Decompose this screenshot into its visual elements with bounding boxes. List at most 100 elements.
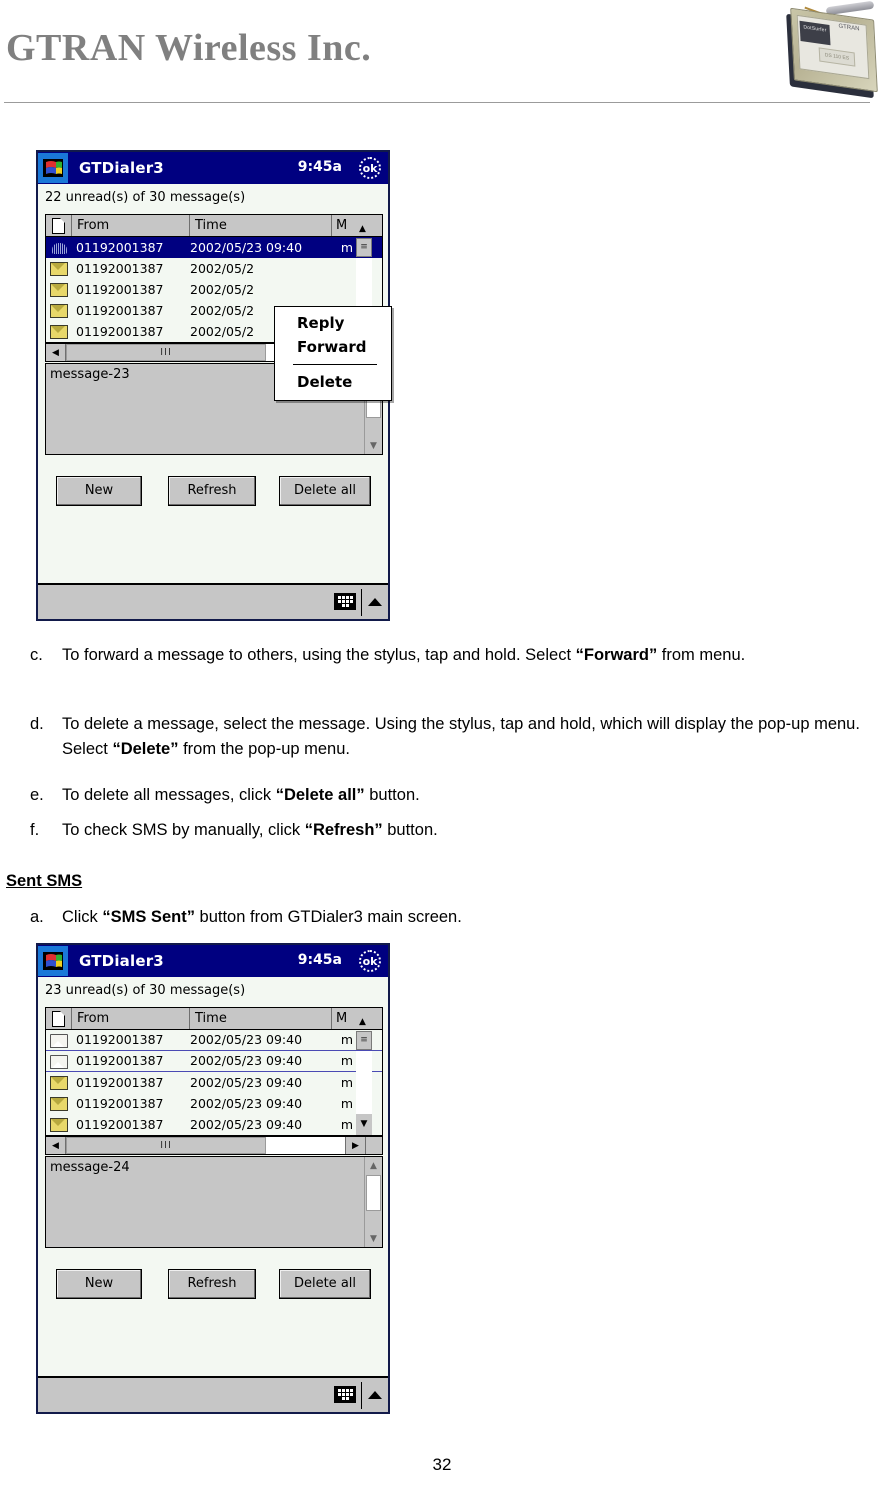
scrollbar-up-button[interactable]: ▲	[356, 1008, 372, 1029]
hscroll-thumb[interactable]: III	[66, 1137, 266, 1154]
column-header-m[interactable]: M	[332, 215, 356, 236]
refresh-button[interactable]: Refresh	[168, 476, 256, 506]
closed-envelope-icon	[46, 1115, 72, 1135]
new-button[interactable]: New	[56, 476, 142, 506]
text-part-bold: “Delete all”	[275, 786, 365, 804]
menu-item-delete[interactable]: Delete	[275, 370, 391, 394]
scroll-thumb[interactable]	[366, 1175, 381, 1211]
unread-status-text: 22 unread(s) of 30 message(s)	[45, 190, 246, 205]
row-from: 01192001387	[76, 1074, 164, 1090]
scrollbar-track[interactable]	[356, 258, 372, 279]
text-part-bold: “Forward”	[575, 646, 658, 664]
text-part-bold: “Refresh”	[304, 821, 383, 839]
scroll-down-icon[interactable]: ▼	[365, 437, 382, 454]
row-from: 01192001387	[76, 1095, 164, 1111]
selected-envelope-icon	[46, 238, 72, 258]
hscroll-thumb[interactable]: III	[66, 344, 266, 361]
scroll-left-icon[interactable]: ◀	[46, 1137, 66, 1154]
document-icon	[52, 1010, 65, 1027]
grid-header-row: From Time M ▲	[46, 1008, 382, 1030]
row-time: 2002/05/23 09:40	[190, 1074, 303, 1090]
scrollbar-thumb[interactable]: ≡	[356, 238, 372, 257]
message-body-text: message-23	[50, 367, 130, 382]
section-heading-sent-sms: Sent SMS	[6, 872, 83, 890]
scroll-up-icon[interactable]: ▲	[365, 1157, 382, 1174]
table-row[interactable]: 01192001387 2002/05/23 09:40 m	[46, 1072, 382, 1093]
row-from: 01192001387	[76, 302, 164, 318]
list-item: f. To check SMS by manually, click “Refr…	[0, 818, 862, 843]
table-row[interactable]: 01192001387 2002/05/23 09:40 m ▼	[46, 1114, 382, 1135]
message-pane-scrollbar[interactable]: ▲ ▼	[364, 1157, 382, 1247]
scrollbar-track[interactable]	[356, 279, 372, 300]
ok-button[interactable]: ok	[359, 950, 381, 972]
table-row[interactable]: 01192001387 2002/05/23 09:40 m ≡	[46, 1030, 382, 1051]
text-part: from menu.	[657, 646, 746, 664]
message-body-pane[interactable]: message-24 ▲ ▼	[45, 1156, 383, 1248]
scrollbar-down-button[interactable]: ▼	[356, 1114, 372, 1135]
row-time: 2002/05/23 09:40	[190, 1032, 303, 1047]
column-header-icon[interactable]	[46, 1008, 72, 1029]
delete-all-button[interactable]: Delete all	[279, 476, 371, 506]
document-icon	[52, 217, 65, 234]
row-from: 01192001387	[76, 1053, 164, 1068]
column-header-icon[interactable]	[46, 215, 72, 236]
table-row[interactable]: 01192001387 2002/05/23 09:40 m	[46, 1050, 382, 1072]
list-text: Click “SMS Sent” button from GTDialer3 m…	[62, 905, 862, 930]
row-m: m	[340, 1053, 353, 1068]
pcmcia-card-photo: DotSurfer GTRAN DS 110 ES	[786, 0, 882, 99]
column-header-from[interactable]: From	[72, 1008, 190, 1029]
sip-chevron-up-icon[interactable]	[368, 598, 382, 606]
column-header-m[interactable]: M	[332, 1008, 356, 1029]
new-button[interactable]: New	[56, 1269, 142, 1299]
hscroll-track[interactable]	[266, 1137, 345, 1154]
table-row[interactable]: 01192001387 2002/05/2	[46, 279, 382, 300]
closed-envelope-icon	[46, 280, 72, 300]
brand-title: GTRAN Wireless Inc.	[6, 27, 372, 69]
scroll-down-icon[interactable]: ▼	[365, 1230, 382, 1247]
menu-item-reply[interactable]: Reply	[275, 311, 391, 335]
row-from: 01192001387	[76, 1116, 164, 1132]
hscroll-corner	[365, 1137, 382, 1154]
table-row[interactable]: 01192001387 2002/05/2	[46, 258, 382, 279]
menu-item-forward[interactable]: Forward	[275, 335, 391, 359]
scrollbar-track[interactable]	[356, 1050, 372, 1072]
scrollbar-track[interactable]	[356, 1072, 372, 1093]
open-envelope-icon	[46, 1030, 72, 1050]
row-m: m	[340, 1116, 353, 1132]
text-part: To delete all messages, click	[62, 786, 276, 804]
delete-all-button[interactable]: Delete all	[279, 1269, 371, 1299]
keyboard-icon[interactable]	[334, 1386, 356, 1403]
row-time: 2002/05/23 09:40	[190, 1053, 303, 1068]
column-header-from[interactable]: From	[72, 215, 190, 236]
column-header-time[interactable]: Time	[190, 1008, 332, 1029]
taskbar-divider	[361, 1382, 362, 1409]
closed-envelope-icon	[46, 259, 72, 279]
menu-separator	[293, 364, 377, 365]
ok-button[interactable]: ok	[359, 157, 381, 179]
windows-flag-icon	[38, 153, 68, 183]
action-button-row: New Refresh Delete all	[38, 1269, 388, 1299]
horizontal-scrollbar[interactable]: ◀ III ▶	[45, 1136, 383, 1155]
row-time: 2002/05/2	[190, 281, 255, 297]
list-item: d. To delete a message, select the messa…	[0, 712, 862, 762]
refresh-button[interactable]: Refresh	[168, 1269, 256, 1299]
context-menu[interactable]: Reply Forward Delete	[274, 306, 392, 401]
row-m: m	[340, 239, 353, 255]
scroll-left-icon[interactable]: ◀	[46, 344, 66, 361]
text-part: button.	[382, 821, 438, 839]
pda-app-title: GTDialer3	[79, 159, 164, 177]
scroll-right-icon[interactable]: ▶	[345, 1137, 365, 1154]
row-m: m	[340, 1074, 353, 1090]
row-from: 01192001387	[76, 260, 164, 276]
pda-title-bar: GTDialer3 9:45a ok	[38, 152, 388, 184]
scrollbar-thumb[interactable]: ≡	[356, 1030, 372, 1050]
column-header-time[interactable]: Time	[190, 215, 332, 236]
table-row[interactable]: 01192001387 2002/05/23 09:40 m	[46, 1093, 382, 1114]
text-part: Click	[62, 908, 103, 926]
table-row[interactable]: 01192001387 2002/05/23 09:40 m ≡	[46, 237, 382, 258]
message-list-grid[interactable]: From Time M ▲ 01192001387 2002/05/23 09:…	[45, 1007, 383, 1136]
keyboard-icon[interactable]	[334, 593, 356, 610]
scrollbar-track[interactable]	[356, 1093, 372, 1114]
scrollbar-up-button[interactable]: ▲	[356, 215, 372, 236]
sip-chevron-up-icon[interactable]	[368, 1391, 382, 1399]
